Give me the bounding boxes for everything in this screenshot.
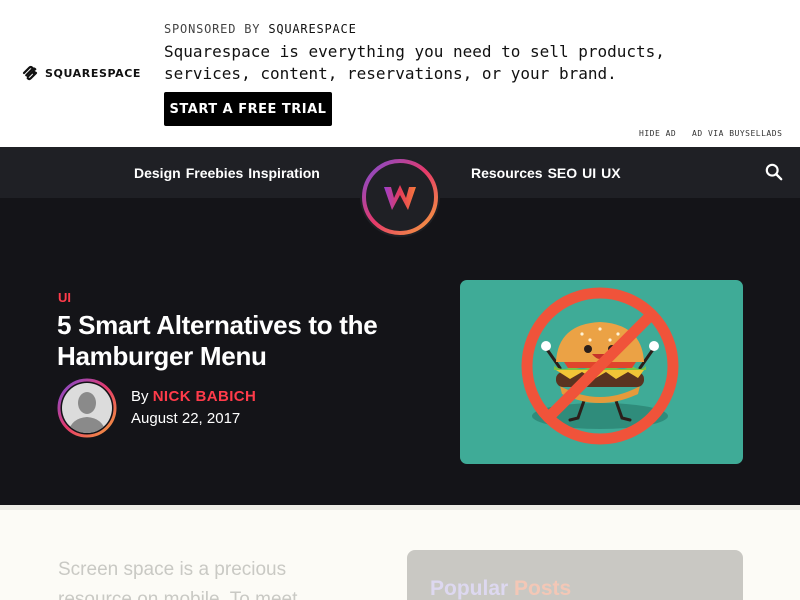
by-label: By — [131, 388, 149, 405]
popular-posts-heading: Popular Posts — [430, 577, 571, 600]
ad-logo-text: SQUARESPACE — [45, 66, 142, 80]
author-name-link[interactable]: NICK BABICH — [153, 388, 257, 405]
article-title: 5 Smart Alternatives to the Hamburger Me… — [57, 310, 378, 371]
article-feature-image[interactable] — [460, 280, 743, 464]
site-logo[interactable] — [360, 157, 440, 237]
ad-sponsored-by: SPONSORED BY SQUARESPACE — [164, 22, 357, 36]
nav-item-seo[interactable]: SEO — [548, 165, 578, 181]
nav-item-design[interactable]: Design — [134, 165, 181, 181]
sponsor-ad-banner: SQUARESPACE SPONSORED BY SQUARESPACE Squ… — [0, 0, 800, 147]
ad-copy: Squarespace is everything you need to se… — [164, 42, 665, 83]
ad-via-buysellads-link[interactable]: AD VIA BUYSELLADS — [692, 129, 782, 138]
nav-item-inspiration[interactable]: Inspiration — [248, 165, 320, 181]
author-avatar[interactable] — [57, 378, 117, 438]
start-free-trial-button[interactable]: START A FREE TRIAL — [164, 92, 332, 126]
nav-right-group: Resources SEO UI UX — [471, 147, 621, 198]
popular-posts-widget: Popular Posts — [407, 550, 743, 600]
article-byline: By NICK BABICH — [131, 388, 256, 405]
hide-ad-link[interactable]: HIDE AD — [639, 129, 676, 138]
nav-item-freebies[interactable]: Freebies — [186, 165, 244, 181]
posts-title-word: Posts — [514, 577, 572, 600]
sponsor-name: SQUARESPACE — [268, 22, 357, 36]
w-logo-icon — [362, 159, 438, 235]
nav-left-group: Design Freebies Inspiration — [134, 147, 320, 198]
nav-item-resources[interactable]: Resources — [471, 165, 543, 181]
nav-item-ux[interactable]: UX — [601, 165, 620, 181]
popular-title-word: Popular — [430, 577, 509, 600]
sponsored-label: SPONSORED BY — [164, 22, 261, 36]
article-category[interactable]: UI — [58, 290, 71, 305]
search-icon[interactable] — [765, 163, 783, 181]
article-excerpt: Screen space is a precious resource on m… — [58, 559, 298, 600]
squarespace-logo-icon — [22, 65, 38, 81]
nav-item-ui[interactable]: UI — [582, 165, 596, 181]
no-hamburger-illustration — [521, 287, 679, 445]
article-date: August 22, 2017 — [131, 410, 241, 427]
section-divider — [0, 505, 800, 510]
ad-logo[interactable]: SQUARESPACE — [21, 64, 141, 82]
